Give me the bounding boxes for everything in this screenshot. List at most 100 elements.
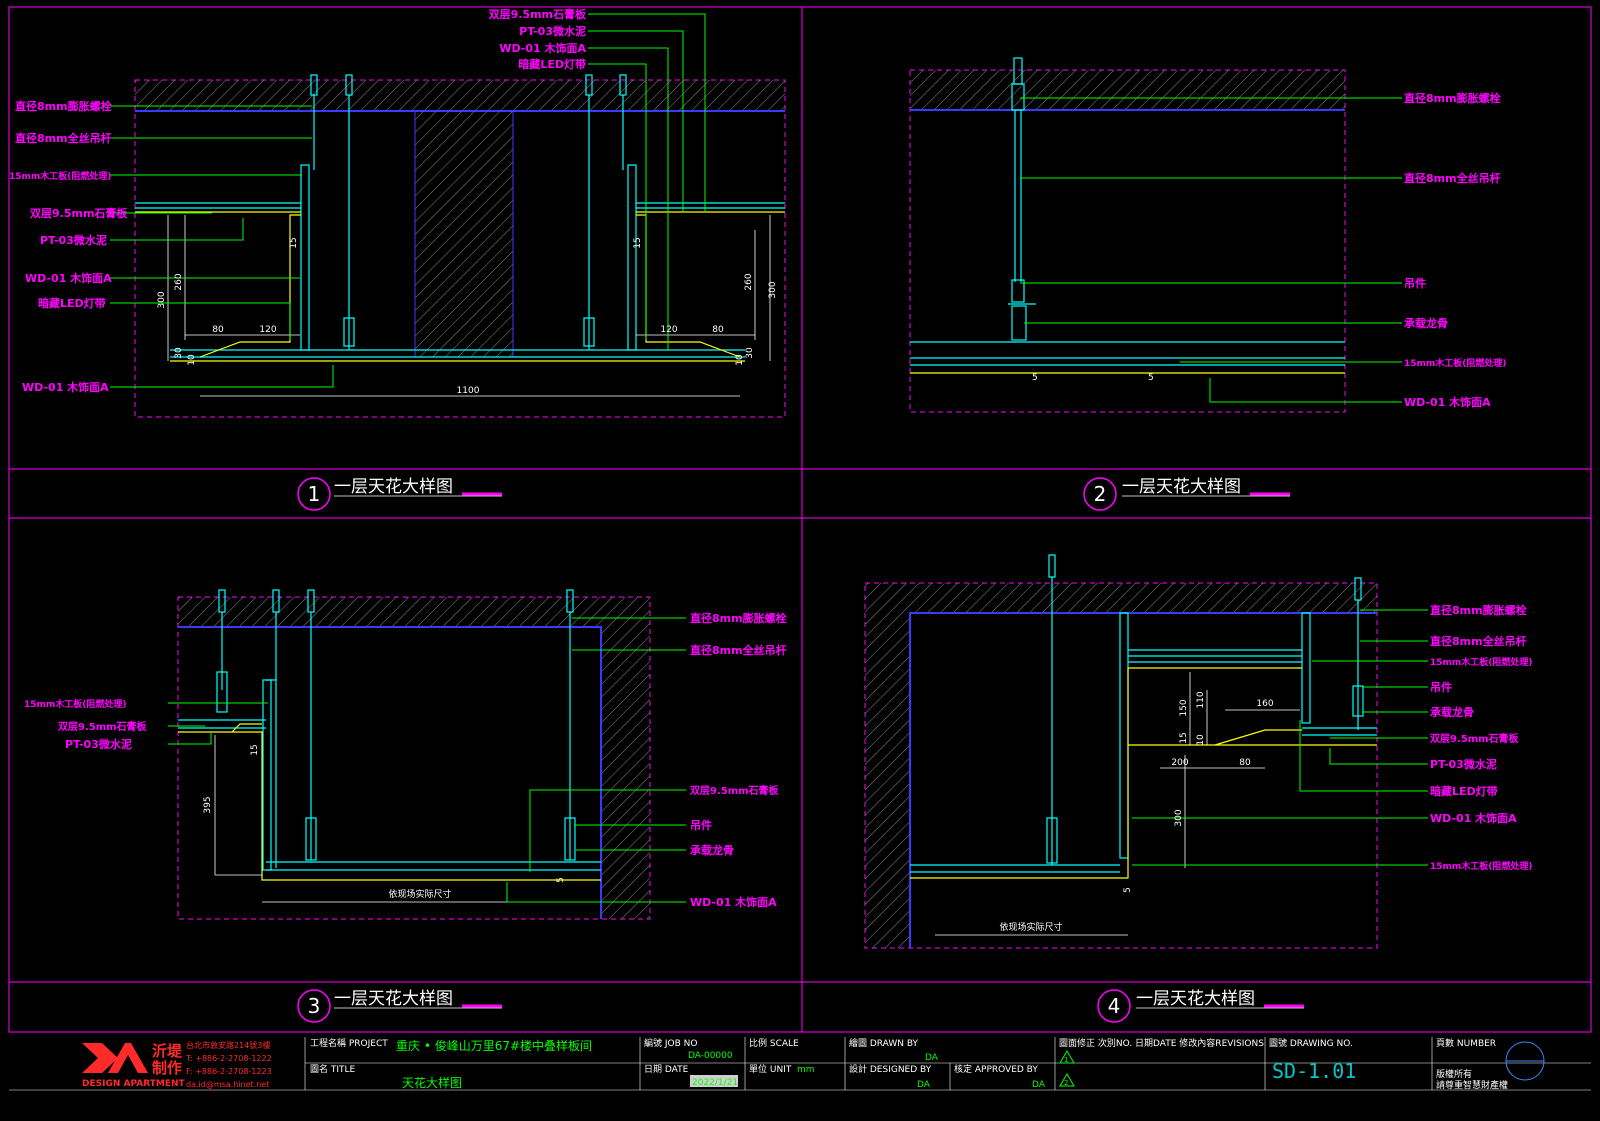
d1-dim-300-right: 300 [768, 281, 778, 298]
d1-dim-15-right: 15 [633, 237, 643, 248]
tb-scale-label: 比例 SCALE [749, 1037, 799, 1049]
d4-dim-site: 依现场实际尺寸 [999, 921, 1062, 933]
d4-dim-15: 15 [1179, 732, 1189, 743]
d3-label-hanger: 吊件 [690, 818, 712, 832]
d2-dim-5a: 5 [1032, 373, 1038, 383]
d1-dim-10-right: 10 [735, 354, 745, 366]
d4-label-hanger: 吊件 [1430, 680, 1452, 694]
d4-label-gypsum: 双层9.5mm石膏板 [1430, 732, 1520, 745]
d4-label-keel: 承载龙骨 [1430, 705, 1474, 719]
d4-label-pt03: PT-03微水泥 [1430, 757, 1497, 771]
d1-label-wd01: WD-01 木饰面A [25, 271, 112, 285]
tb-date-label: 日期 DATE [644, 1064, 689, 1075]
d3-title: 一层天花大样图 [334, 989, 453, 1009]
d4-dim-300: 300 [1174, 809, 1184, 826]
d3-dim-site: 依现场实际尺寸 [388, 888, 451, 900]
tb-unit-value: mm [797, 1065, 815, 1075]
d2-label-hanger: 吊件 [1404, 276, 1426, 290]
d1-dim-15-left: 15 [289, 237, 299, 248]
d3-label-pt03: PT-03微水泥 [65, 737, 132, 751]
d3-label-board15: 15mm木工板(阻燃处理) [24, 698, 127, 710]
d1-label-bolt: 直径8mm膨胀螺栓 [15, 99, 112, 113]
d2-label-wd01: WD-01 木饰面A [1404, 395, 1491, 409]
logo-cn-top: 沂堤 [152, 1042, 183, 1060]
tb-title-value: 天花大样图 [402, 1075, 462, 1090]
d1-dim-120-left: 120 [259, 325, 276, 335]
d3-label-keel: 承载龙骨 [690, 843, 734, 857]
drawing-sheet: 直径8mm膨胀螺栓 直径8mm全丝吊杆 15mm木工板(阻燃处理) 双层9.5m… [0, 0, 1600, 1121]
d1-dim-80-right: 80 [712, 325, 724, 335]
tb-drawn-label: 繪圖 DRAWN BY [849, 1037, 919, 1049]
company-address: 台北市敦安路214號3樓 [186, 1040, 270, 1050]
d1-dim-120-right: 120 [660, 325, 677, 335]
d3-label-gypsum2: 双层9.5mm石膏板 [690, 784, 780, 797]
d1-number: 1 [308, 482, 321, 506]
tb-approved-value: DA [1032, 1080, 1046, 1090]
d4-dim-110: 110 [1196, 691, 1206, 708]
d2-label-keel: 承载龙骨 [1404, 316, 1448, 330]
company-email: da.id@msa.hinet.net [186, 1080, 269, 1089]
d2-title: 一层天花大样图 [1122, 477, 1241, 497]
d3-label-rod: 直径8mm全丝吊杆 [690, 643, 787, 657]
d4-label-rod: 直径8mm全丝吊杆 [1430, 634, 1527, 648]
d1-dim-260-left: 260 [174, 273, 184, 290]
d1-label-led: 暗藏LED灯带 [38, 296, 106, 310]
d4-label-led: 暗藏LED灯带 [1430, 784, 1498, 798]
tb-drawing-label: 圖號 DRAWING NO. [1269, 1037, 1353, 1049]
tb-job-label: 編號 JOB NO [644, 1037, 697, 1049]
d4-label-board15b: 15mm木工板(阻燃处理) [1430, 860, 1533, 872]
d1-top-label-wd01: WD-01 木饰面A [499, 41, 586, 55]
tb-date-value: 2022/1/21 [692, 1078, 738, 1088]
d4-label-bolt: 直径8mm膨胀螺栓 [1430, 603, 1527, 617]
company-tel: T: +886-2-2708-1222 [185, 1054, 272, 1063]
logo-cn-bottom: 制作 [152, 1059, 182, 1077]
d1-label-wd01-bottom: WD-01 木饰面A [22, 380, 109, 394]
d1-label-pt03: PT-03微水泥 [40, 233, 107, 247]
tb-number-label: 頁數 NUMBER [1436, 1037, 1496, 1049]
tb-rev2: 2 [1064, 1079, 1068, 1087]
d2-label-board15: 15mm木工板(阻燃处理) [1404, 357, 1507, 369]
d1-title: 一层天花大样图 [334, 477, 453, 497]
d1-top-label-pt03: PT-03微水泥 [519, 24, 586, 38]
d4-dim-200: 200 [1171, 758, 1188, 768]
d2-label-bolt: 直径8mm膨胀螺栓 [1404, 91, 1501, 105]
d3-label-wd01: WD-01 木饰面A [690, 895, 777, 909]
d1-dim-1100: 1100 [457, 386, 480, 396]
tb-job-value: DA-00000 [688, 1051, 733, 1061]
d1-dim-30-right: 30 [745, 347, 755, 359]
tb-designed-label: 設計 DESIGNED BY [849, 1063, 932, 1075]
d1-top-label-gypsum: 双层9.5mm石膏板 [489, 7, 587, 21]
tb-rev1: 1 [1064, 1056, 1068, 1064]
d3-dim-15: 15 [250, 744, 260, 755]
d1-label-gypsum: 双层9.5mm石膏板 [30, 206, 128, 220]
tb-title-label: 圖名 TITLE [310, 1063, 356, 1075]
d3-label-gypsum: 双层9.5mm石膏板 [58, 720, 148, 733]
d4-dim-160: 160 [1256, 699, 1273, 709]
tb-designed-value: DA [917, 1080, 931, 1090]
d3-label-bolt: 直径8mm膨胀螺栓 [690, 611, 787, 625]
d4-label-wd01: WD-01 木饰面A [1430, 811, 1517, 825]
logo-en: DESIGN APARTMENT [82, 1079, 186, 1089]
d4-title: 一层天花大样图 [1136, 989, 1255, 1009]
d4-dim-150: 150 [1179, 699, 1189, 716]
tb-drawing-value: SD-1.01 [1272, 1059, 1356, 1083]
tb-project-label: 工程名稱 PROJECT [310, 1037, 388, 1049]
tb-copyright-2: 請尊重智慧財產權 [1436, 1079, 1508, 1091]
tb-unit-label: 單位 UNIT [749, 1063, 792, 1075]
d2-number: 2 [1094, 482, 1107, 506]
d4-dim-10: 10 [1196, 734, 1206, 746]
d2-label-rod: 直径8mm全丝吊杆 [1404, 171, 1501, 185]
d1-dim-300-left: 300 [157, 291, 167, 308]
d3-dim-5: 5 [556, 877, 566, 883]
company-fax: F: +886-2-2708-1223 [186, 1067, 272, 1076]
d2-dim-5b: 5 [1148, 373, 1154, 383]
d1-label-board15: 15mm木工板(阻燃处理) [9, 170, 112, 182]
d1-dim-30-left: 30 [174, 347, 184, 359]
tb-drawn-value: DA [925, 1053, 939, 1063]
tb-copyright-1: 版權所有 [1436, 1068, 1472, 1080]
d4-number: 4 [1108, 994, 1121, 1018]
d4-dim-80: 80 [1239, 758, 1251, 768]
tb-revisions-label: 圖面修正 次別NO. 日期DATE 修改內容REVISIONS [1059, 1037, 1264, 1049]
d3-dim-395: 395 [203, 796, 213, 813]
tb-approved-label: 核定 APPROVED BY [954, 1063, 1038, 1075]
